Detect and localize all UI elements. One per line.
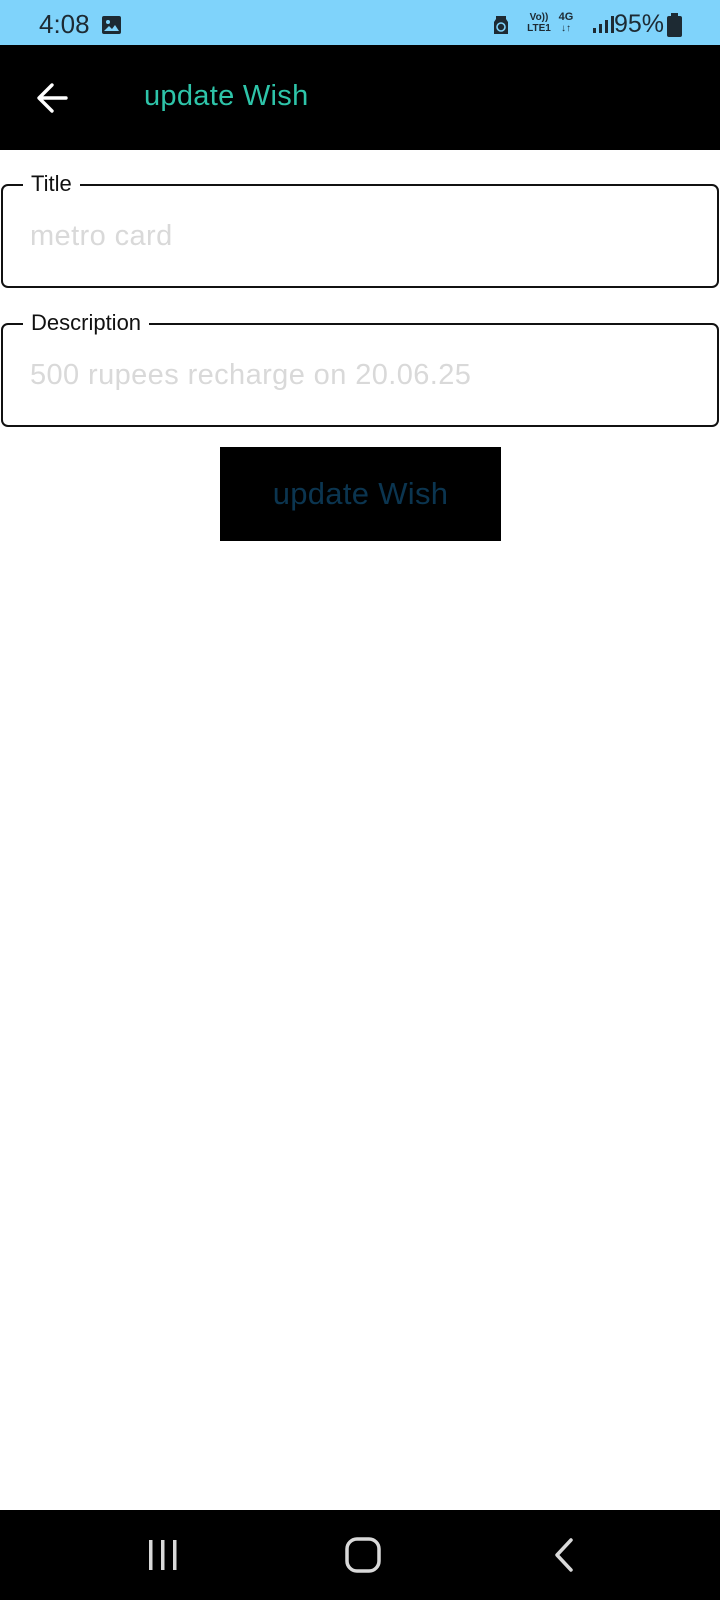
back-button[interactable] (30, 75, 76, 121)
back-chevron-icon (555, 1538, 573, 1572)
data-saver-icon (494, 16, 508, 34)
description-field[interactable]: Description (1, 310, 719, 427)
status-time: 4:08 (39, 9, 90, 39)
app-bar: update Wish (0, 45, 720, 150)
arrow-left-icon (37, 83, 68, 113)
image-notification-icon (102, 16, 121, 34)
title-field[interactable]: Title (1, 171, 719, 288)
system-nav-bar (0, 1510, 720, 1600)
home-icon (345, 1537, 381, 1573)
status-bar: 4:08 Vo)) LTE1 4G ↓↑ 95% (0, 0, 720, 45)
system-back-button[interactable] (535, 1530, 595, 1580)
battery-percent: 95% (613, 10, 664, 38)
description-field-label: Description (23, 310, 150, 336)
battery-icon (667, 13, 682, 37)
title-field-label: Title (23, 171, 80, 197)
description-input[interactable] (30, 359, 690, 392)
home-button[interactable] (333, 1530, 393, 1580)
volte-top-label: Vo)) (529, 12, 549, 23)
network-type-label: 4G (558, 11, 574, 23)
title-input[interactable] (30, 220, 690, 253)
volte-indicator: Vo)) LTE1 (524, 12, 554, 34)
signal-icon (593, 16, 614, 33)
network-type-indicator: 4G ↓↑ (556, 11, 576, 35)
app-title: update Wish (144, 80, 309, 112)
recents-icon (149, 1540, 177, 1570)
recents-button[interactable] (133, 1530, 193, 1580)
volte-bottom-label: LTE1 (527, 23, 551, 34)
data-arrows-icon: ↓↑ (561, 23, 571, 34)
update-wish-button[interactable]: update Wish (220, 447, 501, 541)
